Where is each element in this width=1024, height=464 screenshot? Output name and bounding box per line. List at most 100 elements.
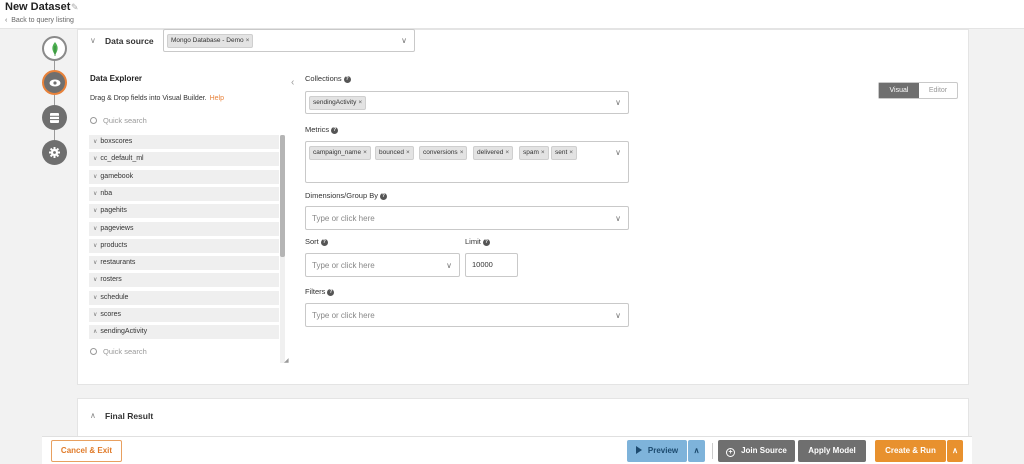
collections-label-text: Collections (305, 74, 342, 83)
chevron-down-icon[interactable]: ∨ (401, 36, 407, 45)
sort-select[interactable]: Type or click here ∨ (305, 253, 460, 277)
dimensions-select[interactable]: Type or click here ∨ (305, 206, 629, 230)
chevron-up-icon: ∧ (952, 446, 958, 455)
step-explore[interactable] (42, 70, 67, 95)
preview-options-button[interactable]: ∧ (688, 440, 705, 462)
apply-model-button[interactable]: Apply Model (798, 440, 866, 462)
chevron-down-icon[interactable]: ∨ (446, 261, 452, 270)
collection-list-item[interactable]: ∨ schedule (89, 290, 279, 306)
visual-mode-button[interactable]: Visual (879, 83, 919, 98)
final-result-panel (77, 398, 969, 438)
editor-mode-button[interactable]: Editor (919, 83, 957, 98)
chevron-down-icon: ∨ (93, 242, 98, 249)
help-icon[interactable]: ? (343, 76, 351, 83)
chevron-up-icon[interactable]: ∧ (90, 411, 96, 420)
collection-name: schedule (100, 293, 129, 301)
preview-label: Preview (647, 446, 679, 455)
chevron-down-icon[interactable]: ∨ (615, 148, 621, 157)
limit-label: Limit? (465, 237, 490, 246)
help-icon[interactable]: ? (379, 193, 387, 200)
quick-search-placeholder: Quick search (103, 116, 147, 125)
help-icon[interactable]: ? (320, 239, 328, 246)
chevron-down-icon: ∨ (93, 294, 98, 301)
collection-list-item[interactable]: ∨ restaurants (89, 256, 279, 272)
eye-icon (49, 79, 60, 86)
metric-tag: spam × (519, 146, 549, 160)
chevron-left-icon: ‹ (5, 17, 8, 24)
metric-tag-label: bounced (379, 149, 404, 156)
help-icon[interactable]: ? (331, 127, 339, 134)
metric-tag-label: campaign_name (313, 149, 362, 156)
remove-tag-icon[interactable]: × (505, 149, 509, 156)
dimensions-label-text: Dimensions/Group By (305, 191, 378, 200)
collection-list-item[interactable]: ∨ pageviews (89, 221, 279, 237)
collection-list-item[interactable]: ∨ rosters (89, 273, 279, 289)
remove-tag-icon[interactable]: × (460, 149, 464, 156)
sub-quick-search-input[interactable]: Quick search (90, 347, 147, 356)
help-icon[interactable]: ? (327, 289, 335, 296)
chevron-down-icon[interactable]: ∨ (90, 36, 96, 45)
create-run-button[interactable]: Create & Run (875, 440, 946, 462)
filters-label: Filters? (305, 287, 335, 296)
collection-list-item[interactable]: ∧ sendingActivity (89, 325, 279, 341)
final-result-label: Final Result (105, 411, 154, 421)
back-to-query-listing-link[interactable]: ‹ Back to query listing (5, 17, 74, 24)
remove-tag-icon[interactable]: × (246, 37, 250, 44)
collection-list-item[interactable]: ∨ cc_default_ml (89, 152, 279, 168)
chevron-down-icon[interactable]: ∨ (615, 98, 621, 107)
limit-input[interactable]: 10000 (465, 253, 518, 277)
chevron-up-icon: ∧ (693, 446, 700, 455)
remove-tag-icon[interactable]: × (541, 149, 545, 156)
step-model[interactable] (42, 105, 67, 130)
metric-tag-label: spam (523, 149, 539, 156)
cancel-exit-button[interactable]: Cancel & Exit (51, 440, 122, 462)
chevron-down-icon[interactable]: ∨ (615, 214, 621, 223)
chevron-down-icon: ∨ (93, 190, 98, 197)
collection-list-item[interactable]: ∨ products (89, 238, 279, 254)
hint-text: Drag & Drop fields into Visual Builder. (90, 95, 207, 102)
data-source-select[interactable]: Mongo Database - Demo × ∨ (163, 29, 415, 52)
help-icon[interactable]: ? (482, 239, 490, 246)
scrollbar-thumb[interactable] (280, 135, 285, 257)
chevron-down-icon: ∨ (93, 156, 98, 163)
search-icon (90, 117, 97, 124)
preview-button[interactable]: Preview (627, 440, 687, 462)
join-source-button[interactable]: + Join Source (718, 440, 795, 462)
remove-tag-icon[interactable]: × (363, 149, 367, 156)
collection-list-item[interactable]: ∨ boxscores (89, 135, 279, 150)
remove-tag-icon[interactable]: × (406, 149, 410, 156)
chevron-down-icon: ∨ (93, 173, 98, 180)
filters-select[interactable]: Type or click here ∨ (305, 303, 629, 327)
chevron-down-icon[interactable]: ∨ (615, 311, 621, 320)
remove-tag-icon[interactable]: × (569, 149, 573, 156)
collections-select[interactable]: sendingActivity × ∨ (305, 91, 629, 114)
metric-tag: conversions × (419, 146, 468, 160)
collection-name: gamebook (100, 172, 134, 180)
collection-list-item[interactable]: ∨ gamebook (89, 169, 279, 185)
dimensions-label: Dimensions/Group By? (305, 191, 387, 200)
help-link[interactable]: Help (210, 95, 224, 102)
limit-label-text: Limit (465, 237, 481, 246)
step-settings[interactable] (42, 140, 67, 165)
step-data-source[interactable] (42, 36, 67, 61)
metric-tag: bounced × (375, 146, 414, 160)
collection-list-item[interactable]: ∨ nba (89, 186, 279, 202)
collection-list-item[interactable]: ∨ scores (89, 308, 279, 323)
sort-label: Sort? (305, 237, 328, 246)
quick-search-input[interactable]: Quick search (90, 116, 147, 125)
sub-quick-search-placeholder: Quick search (103, 347, 147, 356)
pencil-icon[interactable]: ✎ (71, 2, 79, 13)
metrics-label: Metrics? (305, 125, 339, 134)
create-run-options-button[interactable]: ∧ (947, 440, 963, 462)
data-source-tag: Mongo Database - Demo × (167, 34, 254, 48)
sort-label-text: Sort (305, 237, 319, 246)
collapse-panel-icon[interactable]: ‹ (291, 77, 294, 88)
remove-tag-icon[interactable]: × (358, 99, 362, 106)
sort-placeholder: Type or click here (312, 261, 375, 270)
chevron-down-icon: ∨ (93, 225, 98, 232)
collection-list-item[interactable]: ∨ pagehits (89, 204, 279, 220)
metric-tag: delivered × (473, 146, 514, 160)
resize-handle-icon[interactable]: ◢ (284, 357, 289, 364)
metrics-select[interactable]: campaign_name × bounced × conversions × del… (305, 141, 629, 183)
metric-tag: campaign_name × (309, 146, 371, 160)
